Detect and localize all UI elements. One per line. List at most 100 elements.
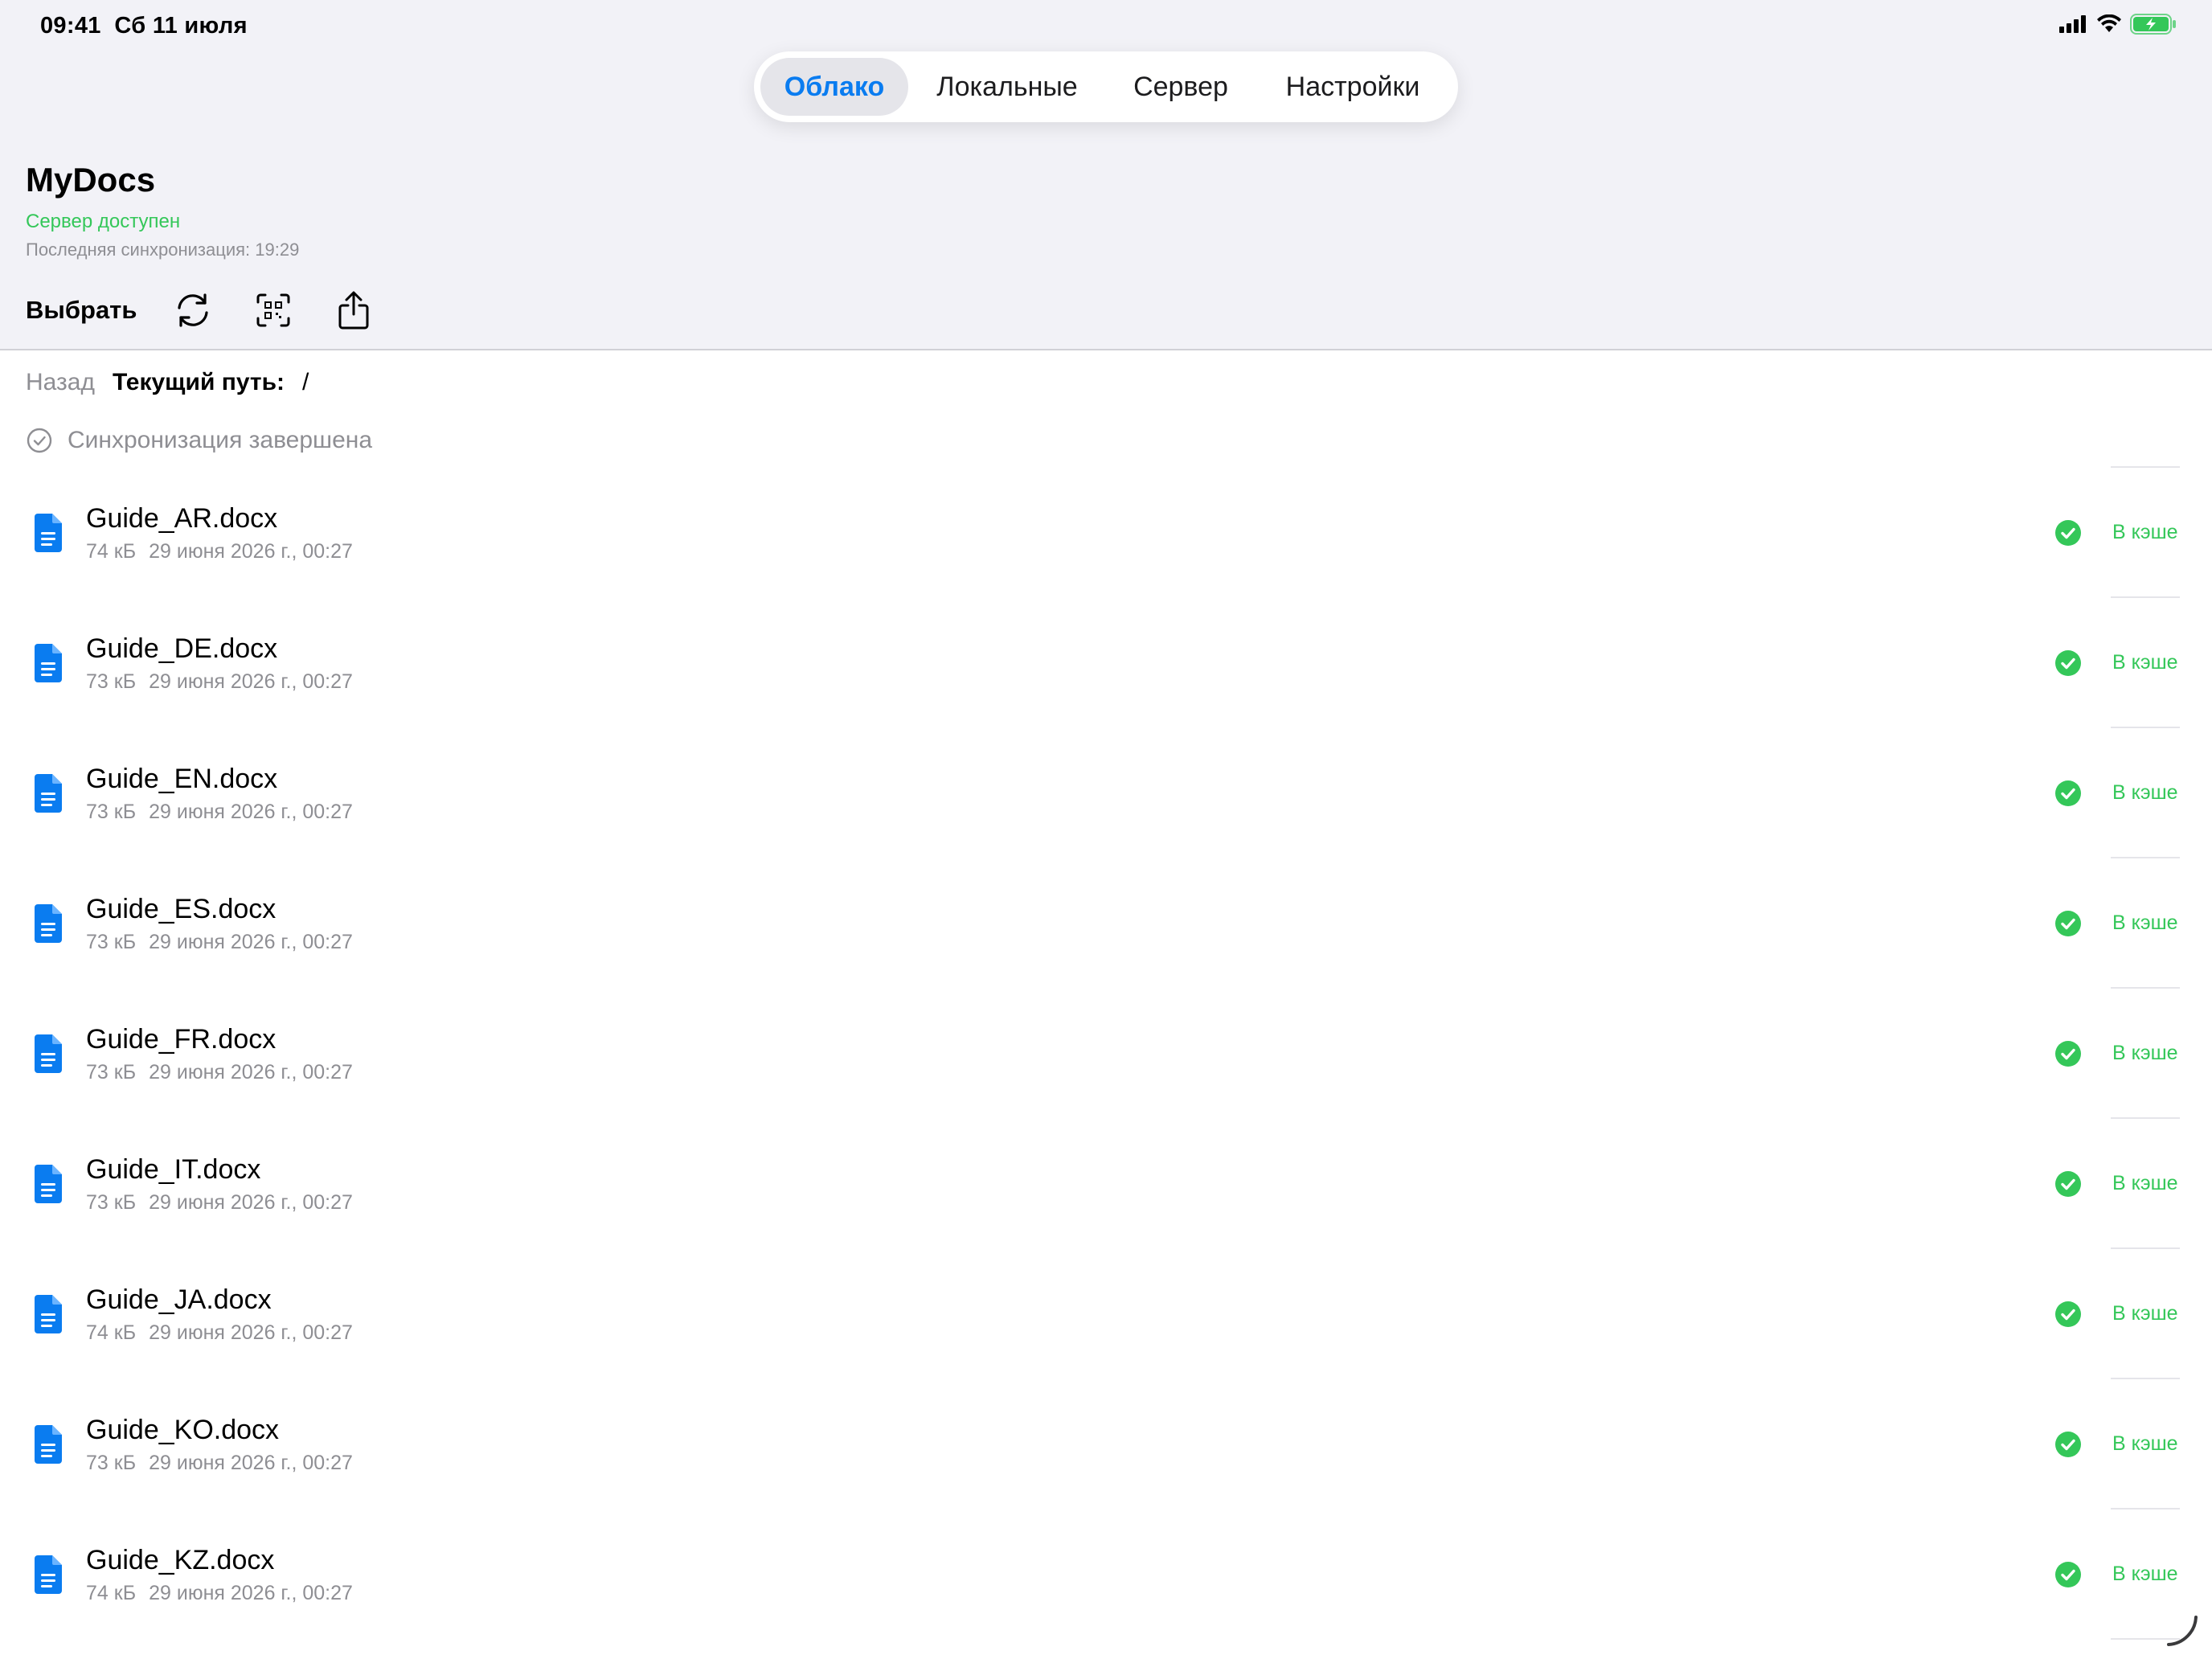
- file-name: Guide_FR.docx: [86, 1024, 276, 1055]
- file-name: Guide_EN.docx: [86, 764, 278, 794]
- back-button[interactable]: Назад: [26, 369, 95, 396]
- tab-server[interactable]: Сервер: [1106, 58, 1256, 116]
- cached-check-icon: [2054, 1301, 2082, 1332]
- status-time: 09:41: [40, 13, 101, 39]
- sync-icon[interactable]: [170, 288, 215, 333]
- file-date: 29 июня 2026 г., 00:27: [149, 1061, 353, 1083]
- cached-check-icon: [2054, 1170, 2082, 1202]
- sync-complete-icon: [27, 428, 52, 453]
- battery-charging-icon: [2130, 13, 2177, 39]
- file-row[interactable]: Guide_IT.docx 73 кБ 29 июня 2026 г., 00:27…: [0, 1119, 2212, 1249]
- file-size: 73 кБ: [86, 801, 137, 823]
- select-button[interactable]: Выбрать: [26, 296, 137, 325]
- file-name: Guide_IT.docx: [86, 1154, 261, 1185]
- file-meta: 73 кБ 29 июня 2026 г., 00:27: [86, 670, 353, 694]
- tab-settings[interactable]: Настройки: [1256, 58, 1450, 116]
- document-icon: [32, 903, 64, 948]
- cached-check-icon: [2054, 1561, 2082, 1592]
- cache-status: В кэше: [2112, 1042, 2178, 1064]
- file-row[interactable]: Guide_KO.docx 73 кБ 29 июня 2026 г., 00:27…: [0, 1379, 2212, 1509]
- file-list: Guide_AR.docx 74 кБ 29 июня 2026 г., 00:27…: [0, 468, 2212, 1640]
- file-name: Guide_AR.docx: [86, 503, 278, 534]
- document-icon: [32, 1294, 64, 1338]
- file-date: 29 июня 2026 г., 00:27: [149, 1191, 353, 1214]
- document-icon: [32, 1164, 64, 1208]
- cache-status: В кэше: [2112, 521, 2178, 543]
- share-icon[interactable]: [331, 288, 376, 333]
- file-name: Guide_KO.docx: [86, 1415, 280, 1445]
- file-meta: 73 кБ 29 июня 2026 г., 00:27: [86, 1452, 353, 1475]
- cache-status: В кэше: [2112, 1302, 2178, 1325]
- cellular-signal-icon: [2059, 14, 2088, 37]
- cached-check-icon: [2054, 780, 2082, 811]
- file-row[interactable]: Guide_AR.docx 74 кБ 29 июня 2026 г., 00:27…: [0, 468, 2212, 598]
- status-date: Сб 11 июля: [114, 13, 248, 39]
- file-size: 73 кБ: [86, 670, 137, 693]
- server-status: Сервер доступен: [26, 211, 181, 232]
- document-icon: [32, 643, 64, 687]
- file-meta: 73 кБ 29 июня 2026 г., 00:27: [86, 931, 353, 954]
- loading-spinner-icon: [2162, 1612, 2201, 1655]
- cached-check-icon: [2054, 1431, 2082, 1462]
- document-icon: [32, 1424, 64, 1469]
- status-bar-datetime: 09:41 Сб 11 июля: [40, 13, 248, 39]
- file-size: 73 кБ: [86, 1452, 137, 1474]
- current-path-value: /: [302, 369, 309, 395]
- document-icon: [32, 513, 64, 557]
- cache-status: В кэше: [2112, 1563, 2178, 1585]
- last-sync-time: Последняя синхронизация: 19:29: [26, 240, 300, 260]
- top-area: 09:41 Сб 11 июля Облако Локальные Сервер…: [0, 0, 2212, 350]
- file-row[interactable]: Guide_JA.docx 74 кБ 29 июня 2026 г., 00:27…: [0, 1249, 2212, 1379]
- current-path-label: Текущий путь:: [112, 369, 285, 395]
- file-meta: 73 кБ 29 июня 2026 г., 00:27: [86, 1061, 353, 1084]
- cached-check-icon: [2054, 1040, 2082, 1071]
- tab-cloud[interactable]: Облако: [760, 58, 908, 116]
- toolbar: Выбрать: [26, 288, 412, 333]
- file-row[interactable]: Guide_KZ.docx 74 кБ 29 июня 2026 г., 00:27…: [0, 1509, 2212, 1640]
- wifi-icon: [2096, 14, 2122, 38]
- file-row[interactable]: Guide_ES.docx 73 кБ 29 июня 2026 г., 00:27…: [0, 858, 2212, 989]
- file-row[interactable]: Guide_DE.docx 73 кБ 29 июня 2026 г., 00:27…: [0, 598, 2212, 728]
- file-name: Guide_ES.docx: [86, 894, 276, 924]
- cache-status: В кэше: [2112, 651, 2178, 674]
- file-row[interactable]: Guide_FR.docx 73 кБ 29 июня 2026 г., 00:27…: [0, 989, 2212, 1119]
- file-meta: 74 кБ 29 июня 2026 г., 00:27: [86, 540, 353, 563]
- sync-status-text: Синхронизация завершена: [68, 427, 373, 453]
- cached-check-icon: [2054, 519, 2082, 551]
- file-size: 73 кБ: [86, 1191, 137, 1214]
- sync-status-row: Синхронизация завершена: [26, 424, 372, 457]
- document-icon: [32, 1034, 64, 1078]
- file-date: 29 июня 2026 г., 00:27: [149, 1321, 353, 1344]
- cache-status: В кэше: [2112, 1432, 2178, 1455]
- tab-segmented-control: Облако Локальные Сервер Настройки: [754, 51, 1458, 122]
- cached-check-icon: [2054, 910, 2082, 941]
- page-title: MyDocs: [26, 161, 156, 199]
- file-date: 29 июня 2026 г., 00:27: [149, 670, 353, 693]
- file-date: 29 июня 2026 г., 00:27: [149, 801, 353, 823]
- tab-local[interactable]: Локальные: [908, 58, 1106, 116]
- file-name: Guide_JA.docx: [86, 1284, 272, 1315]
- file-size: 73 кБ: [86, 931, 137, 953]
- file-date: 29 июня 2026 г., 00:27: [149, 931, 353, 953]
- file-name: Guide_DE.docx: [86, 633, 278, 664]
- breadcrumb: Назад Текущий путь: /: [26, 367, 309, 399]
- cache-status: В кэше: [2112, 1172, 2178, 1194]
- document-icon: [32, 1555, 64, 1599]
- file-size: 74 кБ: [86, 1582, 137, 1604]
- qr-scan-icon[interactable]: [251, 288, 296, 333]
- file-meta: 74 кБ 29 июня 2026 г., 00:27: [86, 1582, 353, 1605]
- file-size: 74 кБ: [86, 540, 137, 563]
- file-name: Guide_KZ.docx: [86, 1545, 275, 1575]
- cache-status: В кэше: [2112, 781, 2178, 804]
- file-date: 29 июня 2026 г., 00:27: [149, 540, 353, 563]
- document-icon: [32, 773, 64, 817]
- file-size: 73 кБ: [86, 1061, 137, 1083]
- file-size: 74 кБ: [86, 1321, 137, 1344]
- status-indicators: [2059, 13, 2177, 39]
- file-meta: 73 кБ 29 июня 2026 г., 00:27: [86, 801, 353, 824]
- file-meta: 73 кБ 29 июня 2026 г., 00:27: [86, 1191, 353, 1215]
- file-date: 29 июня 2026 г., 00:27: [149, 1582, 353, 1604]
- cached-check-icon: [2054, 649, 2082, 681]
- cache-status: В кэше: [2112, 911, 2178, 934]
- file-row[interactable]: Guide_EN.docx 73 кБ 29 июня 2026 г., 00:27…: [0, 728, 2212, 858]
